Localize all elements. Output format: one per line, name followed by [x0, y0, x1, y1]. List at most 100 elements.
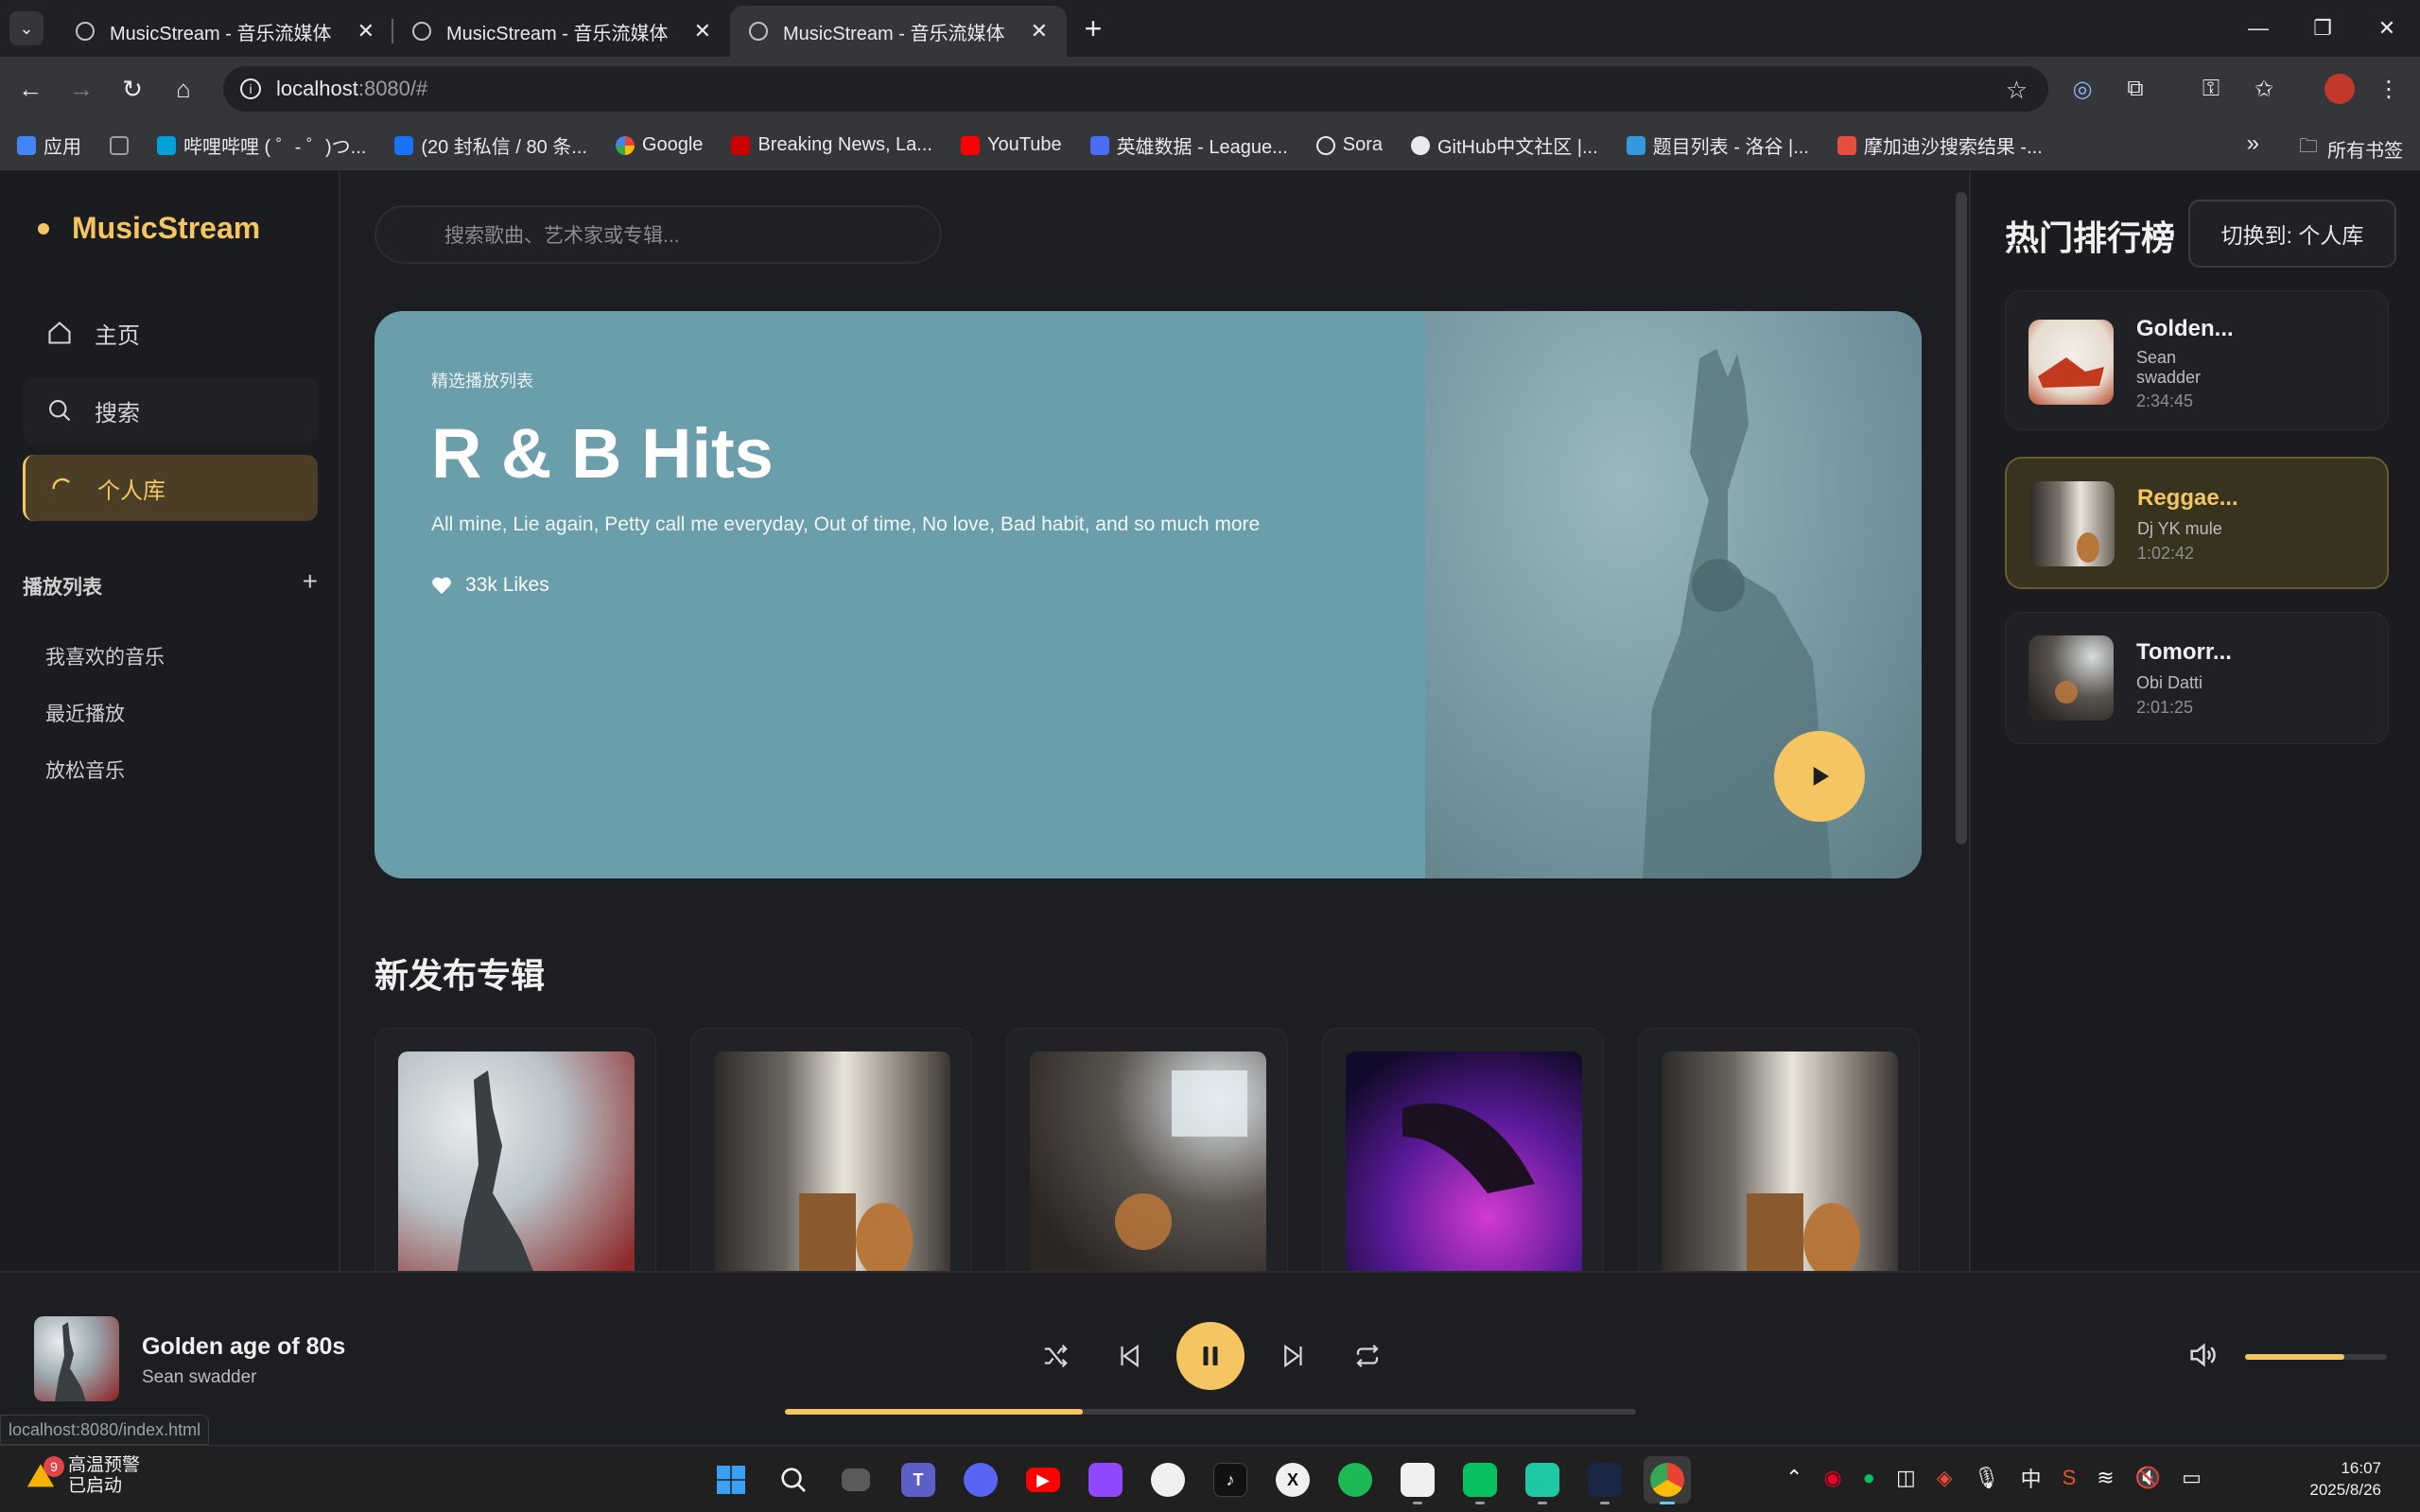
now-playing-cover[interactable] [34, 1316, 119, 1401]
tray-app-icon[interactable]: ◫ [1896, 1466, 1916, 1490]
home-icon[interactable]: ⌂ [165, 70, 202, 108]
minimize-button[interactable]: — [2226, 0, 2290, 57]
volume-slider[interactable] [2245, 1354, 2387, 1360]
battery-icon[interactable]: ▭ [2182, 1466, 2202, 1490]
speaker-muted-icon[interactable]: 🔇 [2135, 1466, 2161, 1490]
pause-button[interactable] [1176, 1322, 1245, 1390]
chart-item[interactable]: Tomorr... Obi Datti 2:01:25 [2005, 612, 2389, 744]
bookmark-item[interactable] [110, 135, 129, 155]
main-scrollbar[interactable] [1956, 192, 1967, 1260]
back-button[interactable]: ← [11, 70, 49, 108]
address-bar[interactable]: i localhost:8080/# ☆ [223, 66, 2048, 112]
sidebar-item-library[interactable]: 个人库 [23, 455, 318, 521]
playlist-item[interactable]: 我喜欢的音乐 [45, 642, 165, 670]
clock[interactable]: 16:07 2025/8/26 [2277, 1457, 2381, 1501]
playlist-item[interactable]: 放松音乐 [45, 756, 125, 784]
chevron-up-icon[interactable]: ⌃ [1785, 1466, 1802, 1490]
browser-tab[interactable]: MusicStream - 音乐流媒体 ✕ [57, 6, 393, 57]
album-card[interactable] [1638, 1028, 1920, 1271]
app-logo[interactable]: MusicStream [38, 211, 260, 246]
search-input[interactable]: 搜索歌曲、艺术家或专辑... [374, 205, 942, 264]
switch-view-button[interactable]: 切换到: 个人库 [2188, 200, 2396, 268]
shuffle-icon[interactable] [1036, 1337, 1074, 1375]
wechat-icon[interactable] [1456, 1456, 1504, 1504]
browser-tab-active[interactable]: MusicStream - 音乐流媒体 ✕ [730, 6, 1067, 57]
bookmark-item[interactable]: (20 封私信 / 80 条... [394, 131, 587, 159]
qq-icon[interactable] [1394, 1456, 1441, 1504]
menu-icon[interactable]: ⋮ [2374, 74, 2404, 104]
sidebar-item-search[interactable]: 搜索 [23, 377, 318, 443]
chrome-icon[interactable] [1644, 1456, 1691, 1504]
bookmark-item[interactable]: 英雄数据 - League... [1089, 131, 1288, 159]
extensions-puzzle-icon[interactable]: ⧉ [2120, 74, 2150, 104]
weather-widget[interactable]: 9 高温预警 已启动 [25, 1455, 140, 1497]
restore-button[interactable]: ❐ [2290, 0, 2355, 57]
netease-music-icon[interactable]: ◉ [1823, 1466, 1841, 1490]
progress-bar[interactable] [785, 1409, 1636, 1415]
featured-playlist-banner[interactable]: 精选播放列表 R & B Hits All mine, Lie again, P… [374, 311, 1922, 878]
browser-tab[interactable]: MusicStream - 音乐流媒体 ✕ [393, 6, 730, 57]
discord-icon[interactable] [957, 1456, 1004, 1503]
password-key-icon[interactable]: ⚿ [2196, 74, 2226, 104]
sougou-icon[interactable]: S [2063, 1466, 2077, 1490]
chevron-double-right-icon[interactable]: » [2247, 130, 2259, 157]
album-card[interactable] [690, 1028, 972, 1271]
album-card[interactable] [374, 1028, 656, 1271]
bookmark-item[interactable]: Breaking News, La... [731, 134, 932, 156]
playlist-item[interactable]: 最近播放 [45, 699, 125, 727]
reload-button[interactable]: ↻ [113, 70, 151, 108]
site-info-icon[interactable]: i [240, 78, 261, 99]
bookmark-item[interactable]: Sora [1315, 134, 1383, 156]
album-card[interactable] [1006, 1028, 1288, 1271]
forward-button[interactable]: → [62, 70, 100, 108]
bookmark-item[interactable]: YouTube [960, 134, 1062, 156]
repeat-icon[interactable] [1349, 1337, 1386, 1375]
close-window-button[interactable]: ✕ [2355, 0, 2419, 57]
app-icon[interactable] [1581, 1456, 1628, 1504]
wifi-icon[interactable]: ≋ [2097, 1466, 2114, 1490]
bookmark-item[interactable]: 摩加迪沙搜索结果 -... [1837, 131, 2043, 159]
bookmark-item[interactable]: GitHub中文社区 |... [1411, 131, 1598, 159]
close-icon[interactable]: ✕ [694, 19, 711, 43]
favorites-icon[interactable]: ✩ [2249, 74, 2279, 104]
extension-icon[interactable]: ◎ [2067, 74, 2098, 104]
next-icon[interactable] [1275, 1337, 1313, 1375]
tray-app-icon[interactable]: ◈ [1937, 1466, 1953, 1490]
sidebar-item-home[interactable]: 主页 [23, 300, 318, 366]
github-icon[interactable] [1144, 1456, 1192, 1503]
close-icon[interactable]: ✕ [357, 19, 374, 43]
previous-icon[interactable] [1110, 1337, 1148, 1375]
wechat-tray-icon[interactable]: ● [1863, 1466, 1875, 1490]
new-tab-button[interactable]: + [1076, 11, 1110, 45]
start-button[interactable] [707, 1456, 755, 1503]
volume-icon[interactable] [2186, 1339, 2220, 1373]
x-icon[interactable]: X [1269, 1456, 1316, 1503]
profile-avatar[interactable] [2324, 74, 2355, 104]
taskbar-search-icon[interactable] [770, 1456, 817, 1503]
input-method-indicator[interactable]: 中 [2021, 1463, 2042, 1493]
hero-play-button[interactable] [1774, 731, 1865, 822]
chart-item-active[interactable]: Reggae... Dj YK mule 1:02:42 [2005, 457, 2389, 589]
twitch-icon[interactable] [1082, 1456, 1129, 1503]
chart-item[interactable]: Golden... Sean swadder 2:34:45 [2005, 290, 2389, 430]
all-bookmarks-button[interactable]: 🗀 所有书签 [2299, 132, 2403, 165]
app-icon[interactable] [1519, 1456, 1566, 1504]
bookmark-star-icon[interactable]: ☆ [2006, 76, 2028, 105]
tab-search-button[interactable]: ⌄ [9, 11, 44, 45]
add-playlist-button[interactable]: + [303, 566, 318, 600]
spotify-icon[interactable] [1332, 1456, 1379, 1503]
bookmark-item[interactable]: 应用 [17, 131, 81, 159]
bookmark-item[interactable]: 哔哩哔哩 ( ゜- ゜)つ... [157, 131, 366, 159]
task-view-icon[interactable] [832, 1456, 879, 1503]
youtube-icon[interactable]: ▶ [1019, 1456, 1067, 1503]
microphone-icon[interactable]: 🎙 [1974, 1466, 2000, 1490]
scrollbar-thumb[interactable] [1956, 192, 1967, 844]
bookmark-item[interactable]: 题目列表 - 洛谷 |... [1626, 131, 1809, 159]
tiktok-icon[interactable]: ♪ [1207, 1456, 1254, 1503]
album-card[interactable] [1322, 1028, 1604, 1271]
close-icon[interactable]: ✕ [1031, 19, 1048, 43]
bookmark-item[interactable]: Google [615, 134, 703, 156]
now-playing-title: Golden age of 80s [142, 1333, 346, 1360]
chart-duration: 1:02:42 [2137, 544, 2195, 563]
teams-icon[interactable]: T [895, 1456, 942, 1503]
